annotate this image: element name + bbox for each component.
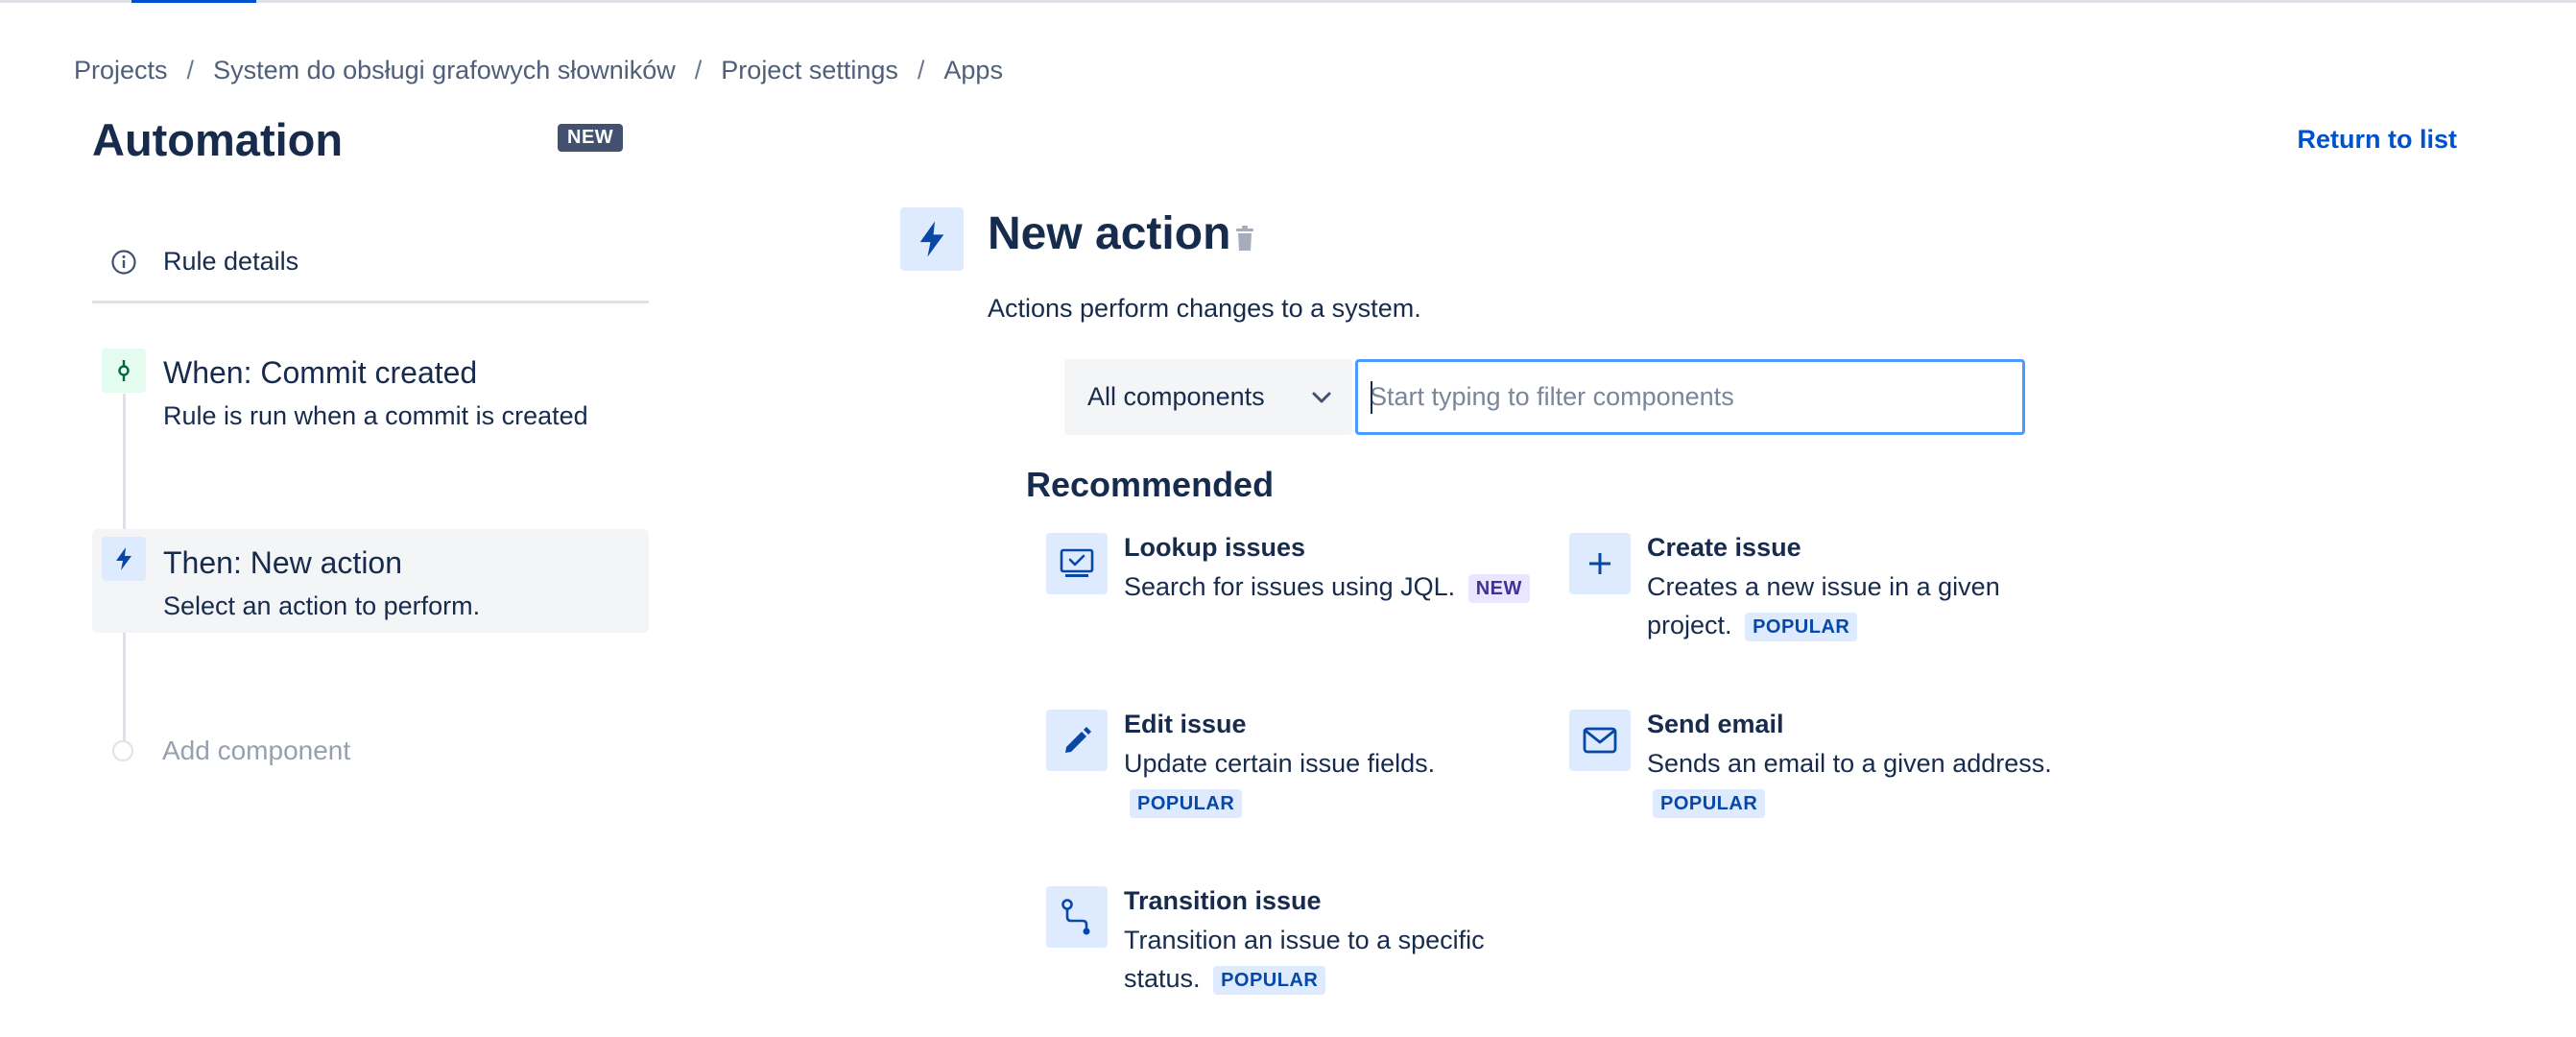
new-badge: NEW xyxy=(1467,573,1530,603)
top-nav-border xyxy=(0,0,2576,3)
page-title: Automation xyxy=(92,114,344,165)
popular-badge: POPULAR xyxy=(1213,965,1326,995)
commit-icon xyxy=(102,349,146,393)
new-badge: NEW xyxy=(558,124,624,152)
popular-badge: POPULAR xyxy=(1130,788,1243,818)
transition-icon xyxy=(1046,886,1108,948)
action-step[interactable]: Then: New action Select an action to per… xyxy=(92,529,649,633)
component-type-select[interactable]: All components xyxy=(1064,359,1352,435)
card-desc: Search for issues using JQL. NEW xyxy=(1124,567,1546,606)
chevron-down-icon xyxy=(1310,386,1333,416)
active-nav-indicator xyxy=(131,0,256,3)
add-component-button[interactable]: Add component xyxy=(92,730,350,772)
trigger-step[interactable]: When: Commit created Rule is run when a … xyxy=(92,346,649,451)
info-icon xyxy=(107,246,140,278)
breadcrumb-apps[interactable]: Apps xyxy=(943,56,1003,85)
card-desc: Sends an email to a given address. POPUL… xyxy=(1647,744,2069,821)
add-component-label: Add component xyxy=(162,736,351,765)
component-card-create-issue[interactable]: Create issue Creates a new issue in a gi… xyxy=(1569,533,2068,641)
component-filter-input[interactable] xyxy=(1358,362,2022,432)
popular-badge: POPULAR xyxy=(1745,612,1858,641)
lightning-icon xyxy=(102,537,146,581)
card-desc-text: Update certain issue fields. xyxy=(1124,749,1436,778)
action-title: New action xyxy=(988,208,1231,259)
component-type-select-value: All components xyxy=(1087,382,1265,411)
breadcrumb: Projects / System do obsługi grafowych s… xyxy=(74,56,1003,85)
card-title: Transition issue xyxy=(1124,886,1322,915)
component-card-lookup-issues[interactable]: Lookup issues Search for issues using JQ… xyxy=(1046,533,1545,619)
action-step-desc: Select an action to perform. xyxy=(163,591,481,620)
card-title: Lookup issues xyxy=(1124,533,1306,562)
plus-icon xyxy=(1569,533,1631,594)
breadcrumb-separator: / xyxy=(186,56,195,84)
trash-icon[interactable] xyxy=(1232,224,1257,253)
breadcrumb-project-settings[interactable]: Project settings xyxy=(721,56,898,85)
lookup-icon xyxy=(1046,533,1108,594)
recommended-heading: Recommended xyxy=(1026,465,1275,504)
lightning-icon xyxy=(900,207,964,271)
card-title: Send email xyxy=(1647,710,1784,738)
envelope-icon xyxy=(1569,710,1631,771)
breadcrumb-separator: / xyxy=(694,56,703,84)
trigger-step-title: When: Commit created xyxy=(163,355,478,390)
add-component-circle-icon xyxy=(112,740,133,761)
card-title: Create issue xyxy=(1647,533,1801,562)
card-desc: Creates a new issue in a given project. … xyxy=(1647,567,2069,644)
trigger-step-desc: Rule is run when a commit is created xyxy=(163,401,588,430)
action-step-title: Then: New action xyxy=(163,545,403,580)
component-card-transition-issue[interactable]: Transition issue Transition an issue to … xyxy=(1046,886,1545,995)
text-cursor xyxy=(1371,381,1372,414)
breadcrumb-project[interactable]: System do obsługi grafowych słowników xyxy=(213,56,676,85)
rule-details-label: Rule details xyxy=(163,247,299,276)
breadcrumb-projects[interactable]: Projects xyxy=(74,56,168,85)
component-card-edit-issue[interactable]: Edit issue Update certain issue fields. … xyxy=(1046,710,1545,818)
popular-badge: POPULAR xyxy=(1653,788,1766,818)
rule-details-item[interactable]: Rule details xyxy=(92,223,649,303)
component-filter-field[interactable] xyxy=(1355,359,2025,435)
component-card-send-email[interactable]: Send email Sends an email to a given add… xyxy=(1569,710,2068,818)
card-desc: Update certain issue fields. POPULAR xyxy=(1124,744,1546,821)
breadcrumb-separator: / xyxy=(917,56,925,84)
card-desc-text: Sends an email to a given address. xyxy=(1647,749,2052,778)
pencil-icon xyxy=(1046,710,1108,771)
return-to-list-link[interactable]: Return to list xyxy=(2298,125,2458,155)
card-desc: Transition an issue to a specific status… xyxy=(1124,921,1546,998)
card-desc-text: Search for issues using JQL. xyxy=(1124,572,1456,601)
action-description: Actions perform changes to a system. xyxy=(988,294,1421,323)
card-title: Edit issue xyxy=(1124,710,1247,738)
